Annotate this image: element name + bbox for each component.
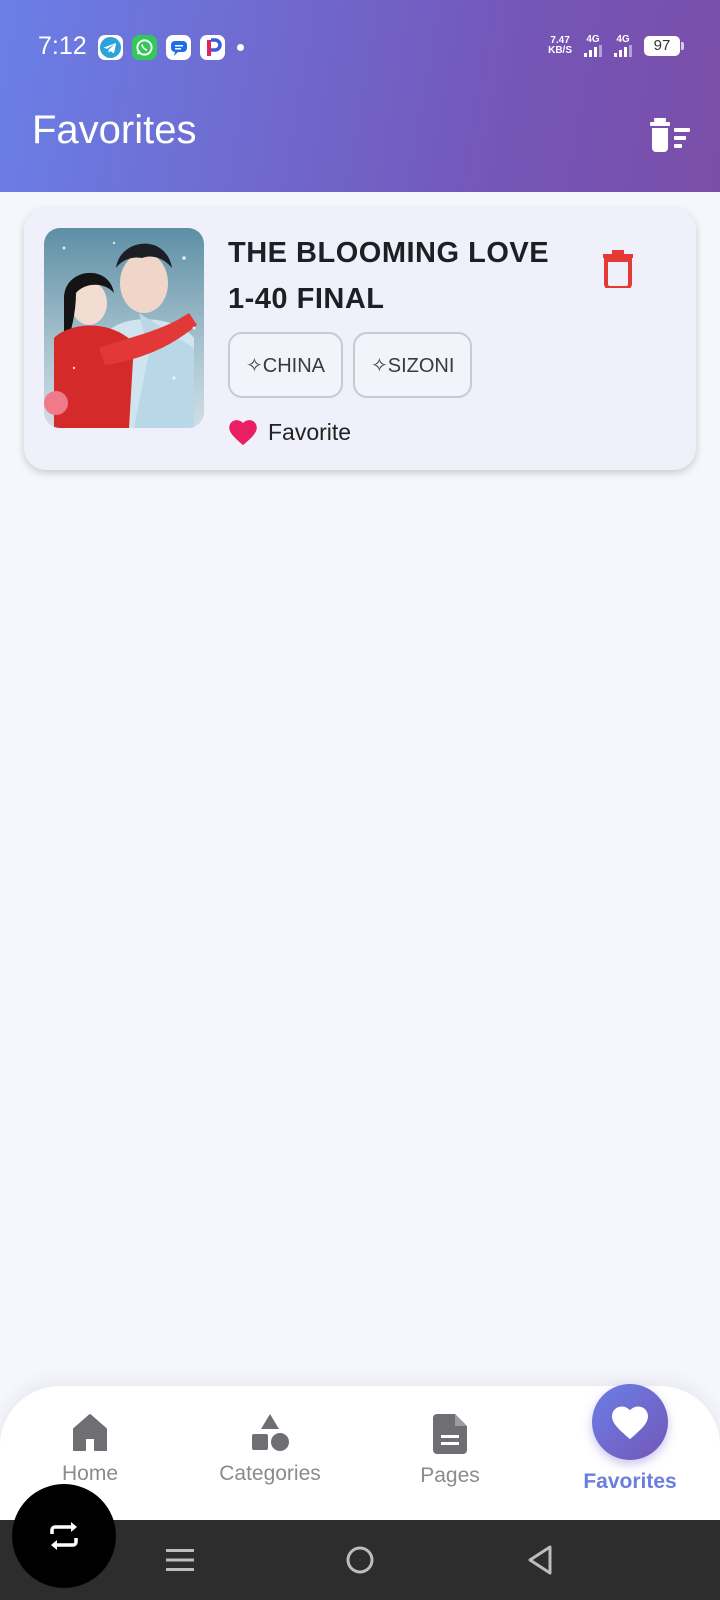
sim1-signal: 4G — [584, 34, 602, 57]
repeat-icon — [50, 1522, 78, 1550]
nav-label-pages: Pages — [420, 1464, 480, 1487]
nav-label-favorites: Favorites — [583, 1470, 677, 1493]
tag-chip[interactable]: ✧SIZONI — [352, 332, 473, 398]
status-time: 7:12 — [38, 32, 87, 60]
home-icon — [73, 1414, 107, 1451]
back-system-button[interactable] — [522, 1542, 558, 1578]
favorite-card[interactable]: THE BLOOMING LOVE 1-40 FINAL ✧CHINA ✧SIZ… — [24, 208, 696, 470]
floating-switch-button[interactable] — [12, 1484, 116, 1588]
delete-sweep-icon — [650, 118, 690, 152]
app-header: 7:12 7.47 KB/S 4G 4G 97 Favorites — [0, 0, 720, 192]
nav-label-home: Home — [61, 1462, 119, 1485]
document-icon — [433, 1414, 467, 1454]
menu-icon — [166, 1549, 194, 1571]
circle-icon — [346, 1546, 374, 1574]
whatsapp-icon — [132, 35, 157, 60]
p-app-icon — [200, 35, 225, 60]
network-speed: 7.47 KB/S — [548, 34, 572, 56]
recent-apps-button[interactable] — [162, 1542, 198, 1578]
favorites-active-indicator — [592, 1384, 668, 1460]
favorite-indicator[interactable]: Favorite — [228, 418, 351, 446]
nav-item-home[interactable]: Home — [20, 1414, 160, 1486]
category-icon — [252, 1414, 289, 1451]
clear-all-favorites-button[interactable] — [648, 114, 694, 156]
sim2-signal: 4G — [614, 34, 632, 57]
back-triangle-icon — [528, 1545, 552, 1575]
telegram-icon — [98, 35, 123, 60]
trash-icon — [603, 250, 633, 288]
more-notifications-dot — [237, 44, 244, 51]
status-bar: 7:12 7.47 KB/S 4G 4G 97 — [0, 26, 720, 68]
favorite-label: Favorite — [268, 418, 352, 445]
heart-icon — [612, 1406, 648, 1440]
tag-list: ✧CHINA ✧SIZONI — [228, 332, 473, 398]
notification-icons — [98, 35, 244, 60]
delete-favorite-button[interactable] — [600, 248, 636, 290]
card-title: THE BLOOMING LOVE 1-40 FINAL — [228, 237, 550, 315]
poster-thumbnail[interactable] — [44, 228, 204, 428]
bottom-navigation: Home Categories Pages Favorites — [0, 1384, 720, 1520]
status-indicators: 7.47 KB/S 4G 4G 97 — [548, 34, 684, 57]
nav-label-categories: Categories — [219, 1462, 321, 1485]
signal-bars-icon — [584, 45, 602, 57]
nav-item-categories[interactable]: Categories — [200, 1414, 340, 1486]
nav-item-favorites[interactable]: Favorites — [560, 1384, 700, 1494]
nav-item-pages[interactable]: Pages — [380, 1414, 520, 1488]
home-system-button[interactable] — [342, 1542, 378, 1578]
tag-chip[interactable]: ✧CHINA — [228, 332, 343, 398]
battery-indicator: 97 — [644, 35, 684, 56]
page-title: Favorites — [32, 108, 197, 152]
messages-icon — [166, 35, 191, 60]
heart-icon — [229, 420, 257, 446]
signal-bars-icon — [614, 45, 632, 57]
